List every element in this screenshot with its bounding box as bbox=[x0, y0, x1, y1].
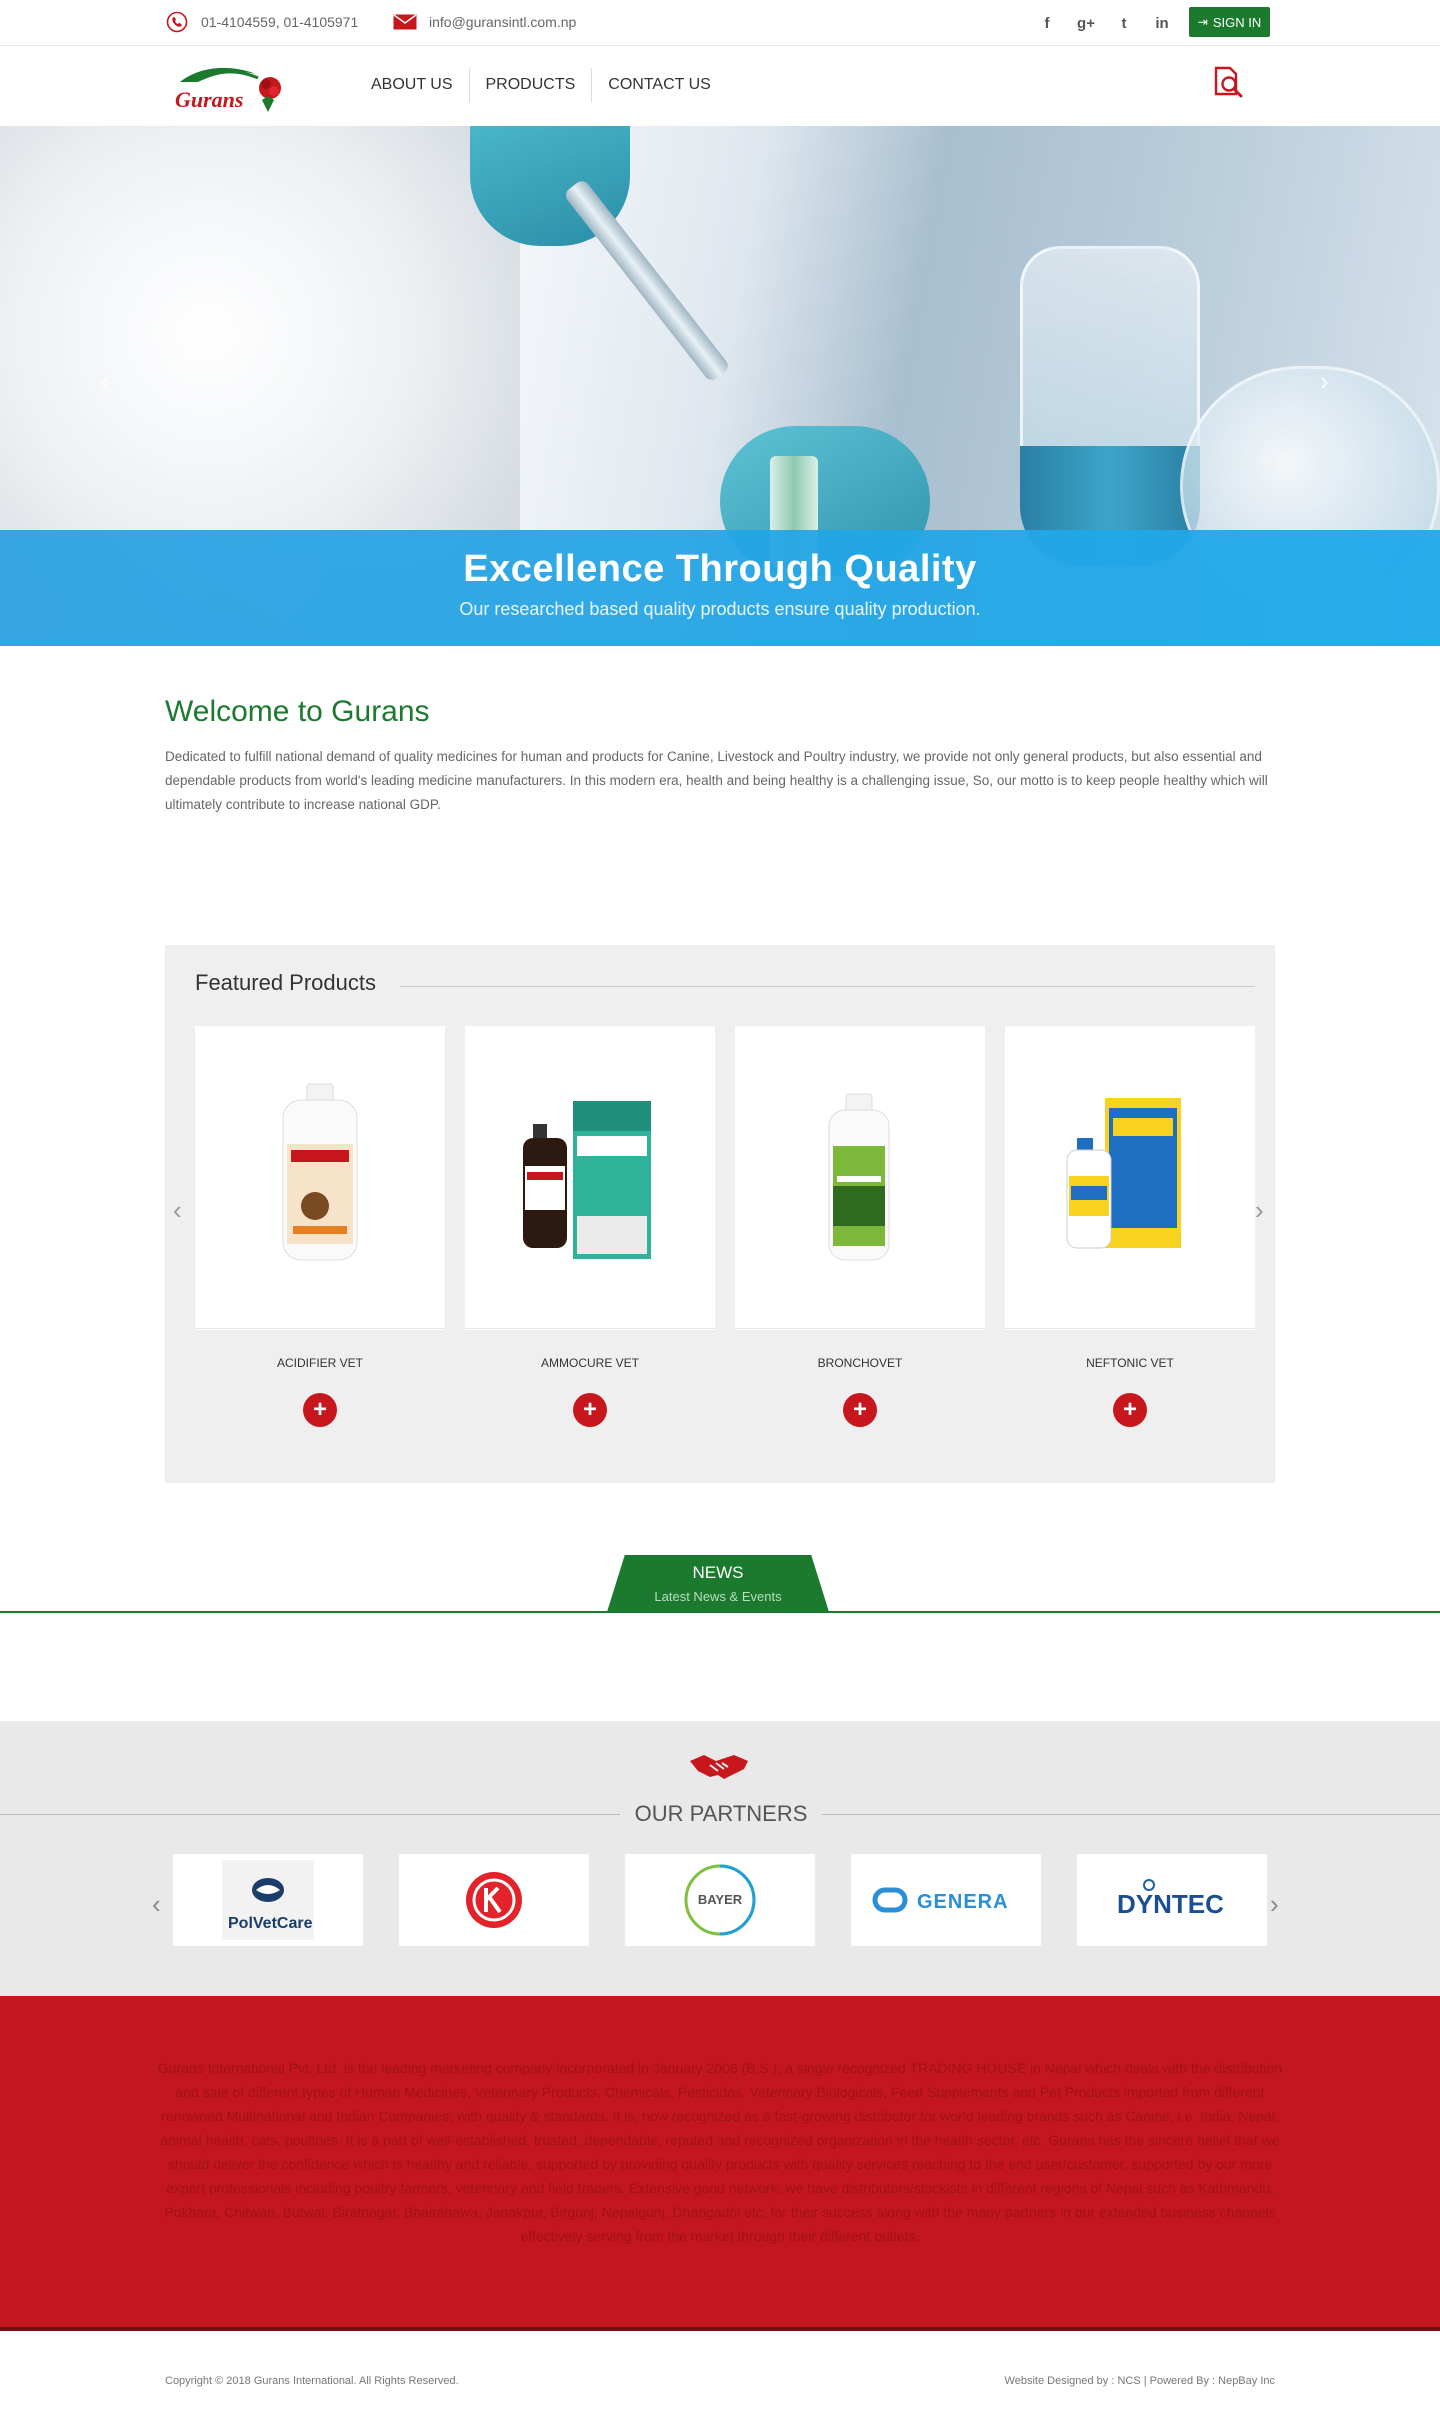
partners-title: OUR PARTNERS bbox=[634, 1801, 808, 1826]
top-bar: 01-4104559, 01-4105971 info@guransintl.c… bbox=[0, 0, 1440, 46]
product-name[interactable]: AMMOCURE VET bbox=[465, 1356, 715, 1370]
add-product-button[interactable]: + bbox=[303, 1393, 337, 1427]
twitter-icon[interactable]: t bbox=[1112, 12, 1136, 34]
add-product-button[interactable]: + bbox=[573, 1393, 607, 1427]
product-card[interactable]: ACIDIFIER VET bbox=[195, 1026, 445, 1370]
product-card[interactable]: BRONCHOVET bbox=[735, 1026, 985, 1370]
hero-prev-arrow[interactable]: ‹ bbox=[100, 366, 109, 397]
partners-next-arrow[interactable]: › bbox=[1270, 1889, 1279, 1920]
sign-in-button[interactable]: ⇥ SIGN IN bbox=[1189, 7, 1270, 37]
copyright-text: Copyright © 2018 Gurans International. A… bbox=[165, 2375, 459, 2387]
featured-next-arrow[interactable]: › bbox=[1255, 1195, 1264, 1226]
nav-contact-us[interactable]: CONTACT US bbox=[591, 68, 727, 102]
news-subtitle: Latest News & Events bbox=[654, 1589, 782, 1604]
sign-in-label: SIGN IN bbox=[1212, 14, 1262, 30]
footer-about: Gurans International Pvt. Ltd. is the le… bbox=[0, 1996, 1440, 2331]
product-card[interactable]: AMMOCURE VET bbox=[465, 1026, 715, 1370]
hero-caption: Excellence Through Quality Our researche… bbox=[0, 530, 1440, 646]
hero-image-pipette bbox=[562, 177, 732, 384]
hero-next-arrow[interactable]: › bbox=[1320, 366, 1329, 397]
email-contact[interactable]: info@guransintl.com.np bbox=[393, 11, 576, 33]
footer-about-text: Gurans International Pvt. Ltd. is the le… bbox=[157, 2060, 1283, 2244]
search-icon[interactable] bbox=[1210, 64, 1246, 100]
phone-contact[interactable]: 01-4104559, 01-4105971 bbox=[165, 11, 358, 33]
news-title: NEWS bbox=[692, 1563, 744, 1582]
partner-logo-polvetcare[interactable]: PolVetCare bbox=[173, 1854, 363, 1946]
product-image[interactable] bbox=[1005, 1026, 1255, 1329]
partners-section: OUR PARTNERS ‹ › PolVetCare BAYER GENERA… bbox=[0, 1721, 1440, 1996]
partners-divider-right bbox=[822, 1814, 1440, 1815]
partner-logo-dyntec[interactable]: DYNTEC bbox=[1077, 1854, 1267, 1946]
product-image[interactable] bbox=[195, 1026, 445, 1329]
product-card[interactable]: NEFTONIC VET bbox=[1005, 1026, 1255, 1370]
partner-logo-genera[interactable]: GENERA bbox=[851, 1854, 1041, 1946]
main-nav: Gurans ABOUT US PRODUCTS CONTACT US bbox=[0, 46, 1440, 126]
product-image[interactable] bbox=[465, 1026, 715, 1329]
product-image[interactable] bbox=[735, 1026, 985, 1329]
welcome-body: Dedicated to fulfill national demand of … bbox=[165, 749, 1268, 812]
partner-logo-2[interactable] bbox=[399, 1854, 589, 1946]
footer-bottom: Copyright © 2018 Gurans International. A… bbox=[0, 2335, 1440, 2425]
email-text: info@guransintl.com.np bbox=[429, 14, 577, 30]
featured-prev-arrow[interactable]: ‹ bbox=[173, 1195, 182, 1226]
partner-text-genera: GENERA bbox=[917, 1891, 1009, 1913]
product-name[interactable]: BRONCHOVET bbox=[735, 1356, 985, 1370]
menu: ABOUT US PRODUCTS CONTACT US bbox=[359, 68, 727, 102]
partners-prev-arrow[interactable]: ‹ bbox=[152, 1889, 161, 1920]
add-product-button[interactable]: + bbox=[1113, 1393, 1147, 1427]
product-name[interactable]: ACIDIFIER VET bbox=[195, 1356, 445, 1370]
partner-text-polvetcare: PolVetCare bbox=[228, 1915, 313, 1932]
page: 01-4104559, 01-4105971 info@guransintl.c… bbox=[0, 0, 1440, 2425]
add-product-button[interactable]: + bbox=[843, 1393, 877, 1427]
facebook-icon[interactable]: f bbox=[1035, 12, 1059, 34]
credits-text[interactable]: Website Designed by : NCS | Powered By :… bbox=[1005, 2375, 1275, 2387]
phone-icon bbox=[165, 11, 189, 33]
featured-title: Featured Products bbox=[195, 970, 376, 995]
phone-text: 01-4104559, 01-4105971 bbox=[201, 14, 359, 30]
nav-products[interactable]: PRODUCTS bbox=[468, 68, 592, 102]
handshake-icon bbox=[688, 1751, 750, 1783]
welcome-section: Welcome to Gurans Dedicated to fulfill n… bbox=[165, 695, 1275, 817]
hero-subtitle: Our researched based quality products en… bbox=[459, 599, 981, 619]
partner-logo-bayer[interactable]: BAYER bbox=[625, 1854, 815, 1946]
nav-about-us[interactable]: ABOUT US bbox=[359, 68, 469, 102]
hero-title: Excellence Through Quality bbox=[463, 548, 977, 590]
logo-text: Gurans bbox=[175, 87, 243, 112]
partner-text-bayer: BAYER bbox=[698, 1892, 743, 1907]
partner-text-dyntec: DYNTEC bbox=[1117, 1889, 1224, 1919]
google-plus-icon[interactable]: g+ bbox=[1074, 12, 1098, 34]
welcome-title: Welcome to Gurans bbox=[165, 695, 430, 728]
product-name[interactable]: NEFTONIC VET bbox=[1005, 1356, 1255, 1370]
featured-products: Featured Products ‹ › ACIDIFIER VET + AM… bbox=[165, 945, 1275, 1483]
gurans-logo[interactable]: Gurans bbox=[170, 60, 290, 116]
linkedin-icon[interactable]: in bbox=[1150, 12, 1174, 34]
mail-icon bbox=[393, 11, 417, 33]
partners-divider-left bbox=[0, 1814, 620, 1815]
news-tab[interactable]: NEWS Latest News & Events bbox=[607, 1555, 829, 1612]
featured-divider bbox=[400, 986, 1255, 987]
sign-in-icon: ⇥ bbox=[1197, 15, 1208, 29]
